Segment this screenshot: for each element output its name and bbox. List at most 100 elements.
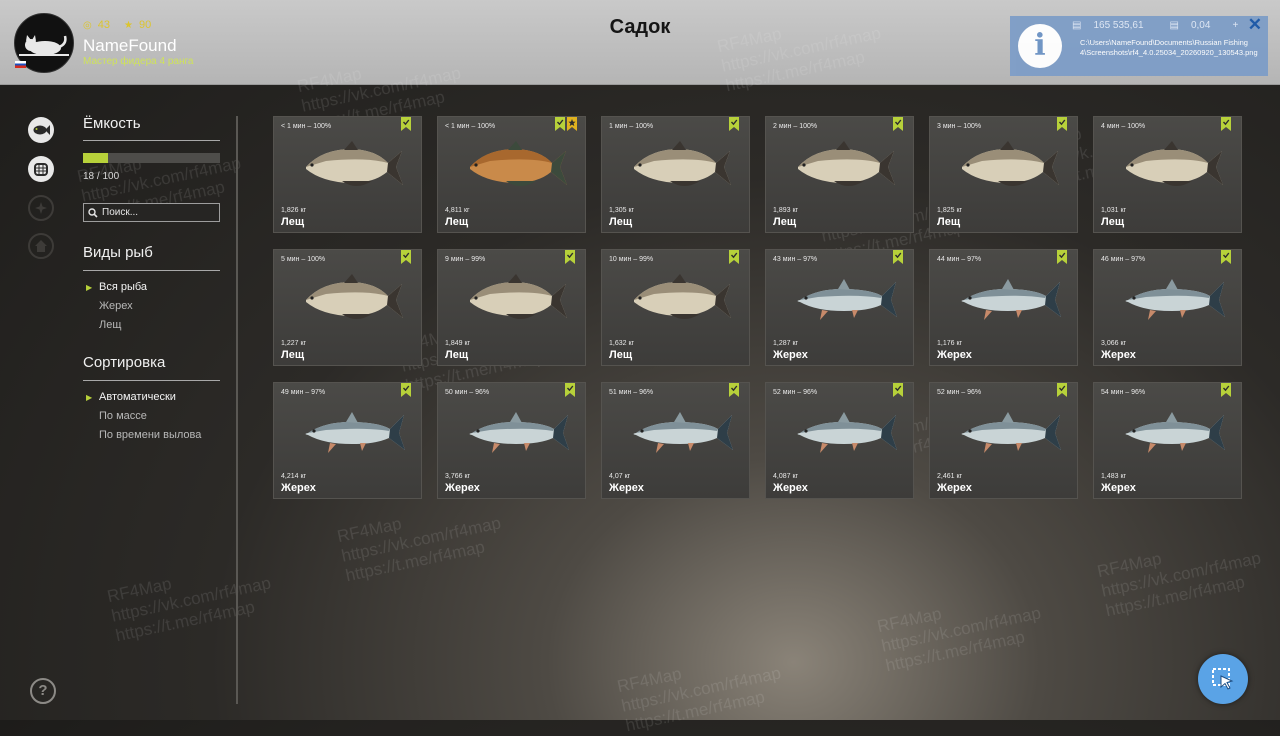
country-flag-icon xyxy=(15,61,26,68)
search-box[interactable] xyxy=(83,203,220,222)
keep-checkmark-icon[interactable] xyxy=(401,383,411,397)
notification-value-2: 0,04 xyxy=(1190,20,1211,31)
asp-fish-image xyxy=(1106,403,1234,468)
screenshot-path: C:\Users\NameFound\Documents\Russian Fis… xyxy=(1080,38,1258,57)
fish-card[interactable]: 49 мин – 97% 4,214 кг Жерех xyxy=(273,382,422,499)
plus-icon: + xyxy=(1232,20,1239,31)
bream-fish-image xyxy=(1106,137,1234,202)
home-icon xyxy=(35,240,47,252)
species-filter-all[interactable]: Вся рыба xyxy=(86,278,147,297)
keep-checkmark-icon[interactable] xyxy=(555,117,565,131)
fish-species-name: Лещ xyxy=(1101,216,1125,228)
fish-card[interactable]: < 1 мин – 100% 1,826 кг Лещ xyxy=(273,116,422,233)
fish-card[interactable]: 50 мин – 96% 3,766 кг Жерех xyxy=(437,382,586,499)
asp-fish-image xyxy=(1106,270,1234,335)
fish-card[interactable]: 3 мин – 100% 1,825 кг Лещ xyxy=(929,116,1078,233)
keep-checkmark-icon[interactable] xyxy=(565,383,575,397)
asp-fish-image xyxy=(778,403,906,468)
keep-checkmark-icon[interactable] xyxy=(893,250,903,264)
fish-species-name: Лещ xyxy=(445,216,469,228)
catch-time-freshness: 50 мин – 96% xyxy=(445,389,490,396)
fish-card[interactable]: 1 мин – 100% 1,305 кг Лещ xyxy=(601,116,750,233)
fish-card[interactable]: 46 мин – 97% 3,066 кг Жерех xyxy=(1093,249,1242,366)
sort-option-time[interactable]: По времени вылова xyxy=(86,426,201,445)
catch-time-freshness: 51 мин – 96% xyxy=(609,389,654,396)
keep-checkmark-icon[interactable] xyxy=(1057,250,1067,264)
keep-checkmark-icon[interactable] xyxy=(401,117,411,131)
fish-card[interactable]: 52 мин – 96% 4,087 кг Жерех xyxy=(765,382,914,499)
fish-card[interactable]: 44 мин – 97% 1,176 кг Жерех xyxy=(929,249,1078,366)
fish-species-name: Жерех xyxy=(773,349,808,361)
fish-weight: 1,632 кг xyxy=(609,340,635,347)
search-icon xyxy=(88,207,98,218)
nav-keepnet-button[interactable] xyxy=(28,156,54,182)
keep-checkmark-icon[interactable] xyxy=(1057,383,1067,397)
fish-species-name: Лещ xyxy=(937,216,961,228)
cursor-icon xyxy=(1212,668,1234,690)
fish-card[interactable]: 51 мин – 96% 4,07 кг Жерех xyxy=(601,382,750,499)
fish-card[interactable]: < 1 мин – 100% 4,811 кг Лещ xyxy=(437,116,586,233)
help-icon[interactable]: ? xyxy=(30,678,56,704)
bream-fish-image xyxy=(286,137,414,202)
fish-card[interactable]: 5 мин – 100% 1,227 кг Лещ xyxy=(273,249,422,366)
keep-checkmark-icon[interactable] xyxy=(1221,250,1231,264)
catch-time-freshness: 49 мин – 97% xyxy=(281,389,326,396)
search-input[interactable] xyxy=(102,207,212,218)
close-icon[interactable]: ✕ xyxy=(1248,15,1262,35)
screenshot-notification[interactable]: i ▤ 165 535,61 ▤ 0,04 + ✕ C:\Users\NameF… xyxy=(1010,15,1268,76)
species-filter-bream[interactable]: Лещ xyxy=(86,316,147,335)
fish-card[interactable]: 43 мин – 97% 1,287 кг Жерех xyxy=(765,249,914,366)
fish-weight: 4,214 кг xyxy=(281,473,307,480)
fish-species-name: Жерех xyxy=(445,482,480,494)
fish-card[interactable]: 9 мин – 99% 1,849 кг Лещ xyxy=(437,249,586,366)
cursor-mode-button[interactable] xyxy=(1198,654,1248,704)
fish-card[interactable]: 54 мин – 96% 1,483 кг Жерех xyxy=(1093,382,1242,499)
asp-fish-image xyxy=(286,403,414,468)
keep-checkmark-icon[interactable] xyxy=(1057,117,1067,131)
keep-checkmark-icon[interactable] xyxy=(893,383,903,397)
money-icon: ▤ xyxy=(1072,20,1082,31)
keep-checkmark-icon[interactable] xyxy=(893,117,903,131)
fish-weight: 4,087 кг xyxy=(773,473,799,480)
species-filter-asp[interactable]: Жерех xyxy=(86,297,147,316)
fish-weight: 1,227 кг xyxy=(281,340,307,347)
nav-map-button[interactable] xyxy=(28,195,54,221)
fish-species-name: Лещ xyxy=(609,216,633,228)
species-filter-list: Вся рыба Жерех Лещ xyxy=(86,278,147,335)
fish-weight: 1,849 кг xyxy=(445,340,471,347)
fish-card[interactable]: 10 мин – 99% 1,632 кг Лещ xyxy=(601,249,750,366)
fish-card[interactable]: 4 мин – 100% 1,031 кг Лещ xyxy=(1093,116,1242,233)
divider xyxy=(83,140,220,141)
watermark: RF4Maphttps://vk.com/rf4maphttps://t.me/… xyxy=(1095,548,1263,621)
bream-fish-image xyxy=(450,137,578,202)
nav-home-button[interactable] xyxy=(28,233,54,259)
top-bar: ◎ 43 ★ 90 NameFound Мастер фидера 4 ранг… xyxy=(0,0,1280,85)
fish-card[interactable]: 2 мин – 100% 1,893 кг Лещ xyxy=(765,116,914,233)
fish-card[interactable]: 52 мин – 96% 2,461 кг Жерех xyxy=(929,382,1078,499)
fish-species-name: Жерех xyxy=(937,349,972,361)
notification-value-1: 165 535,61 xyxy=(1093,20,1144,31)
asp-fish-image xyxy=(450,403,578,468)
keep-checkmark-icon[interactable] xyxy=(729,250,739,264)
fish-species-name: Жерех xyxy=(1101,349,1136,361)
sort-option-auto[interactable]: Автоматически xyxy=(86,388,201,407)
fish-weight: 1,176 кг xyxy=(937,340,963,347)
sort-option-weight[interactable]: По массе xyxy=(86,407,201,426)
fish-weight: 1,483 кг xyxy=(1101,473,1127,480)
nav-fish-button[interactable] xyxy=(28,117,54,143)
species-title: Виды рыб xyxy=(83,244,153,261)
bream-fish-image xyxy=(450,270,578,335)
keep-checkmark-icon[interactable] xyxy=(1221,383,1231,397)
fish-species-name: Лещ xyxy=(281,216,305,228)
catch-time-freshness: 46 мин – 97% xyxy=(1101,256,1146,263)
catch-time-freshness: 2 мин – 100% xyxy=(773,123,818,130)
keep-checkmark-icon[interactable] xyxy=(1221,117,1231,131)
keep-checkmark-icon[interactable] xyxy=(729,383,739,397)
keep-checkmark-icon[interactable] xyxy=(565,250,575,264)
sort-title: Сортировка xyxy=(83,354,166,371)
fish-species-name: Лещ xyxy=(609,349,633,361)
keep-checkmark-icon[interactable] xyxy=(401,250,411,264)
sort-option-list: Автоматически По массе По времени вылова xyxy=(86,388,201,445)
keep-checkmark-icon[interactable] xyxy=(729,117,739,131)
fish-weight: 1,305 кг xyxy=(609,207,635,214)
